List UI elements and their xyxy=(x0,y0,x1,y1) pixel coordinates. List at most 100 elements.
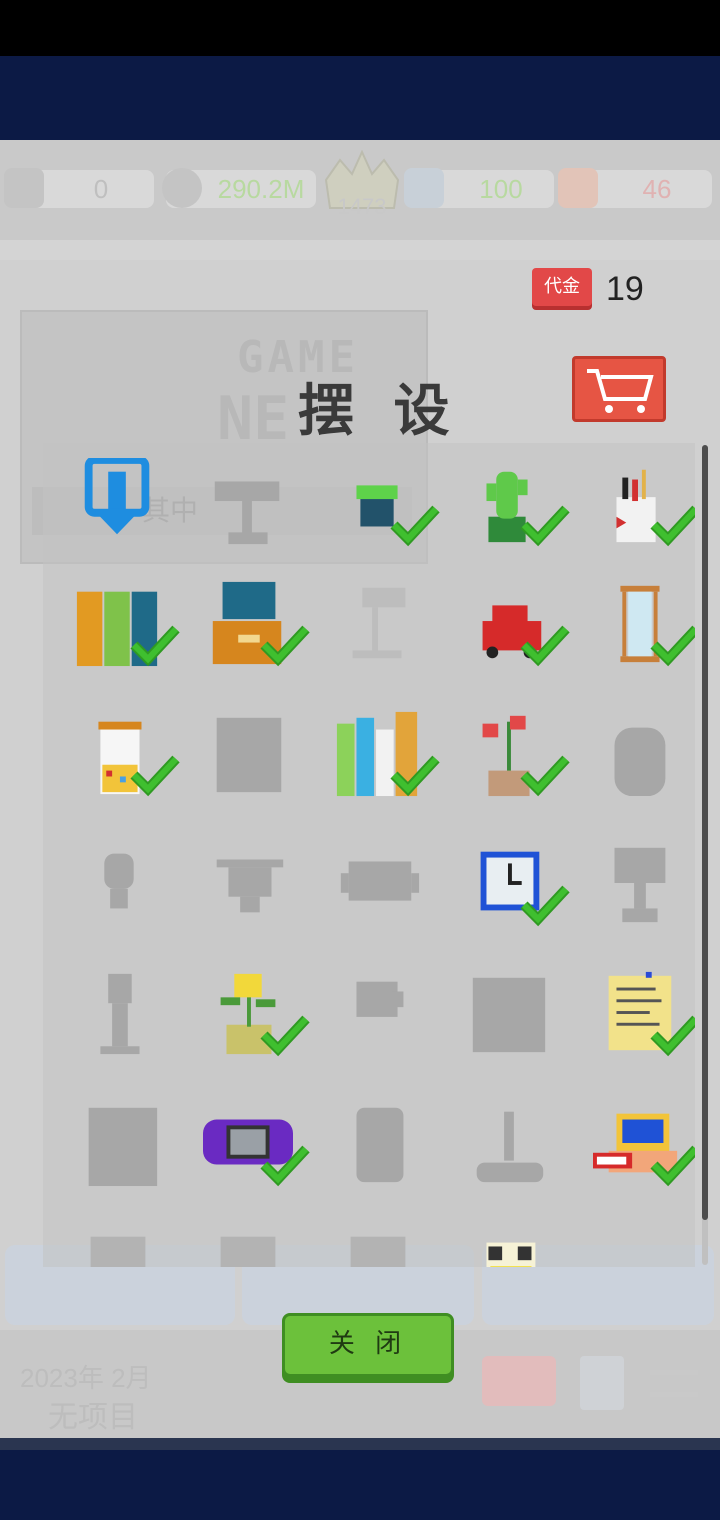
tulip-item[interactable] xyxy=(183,958,313,1088)
green-check-icon xyxy=(130,625,180,667)
locked-item-32-icon xyxy=(220,1236,276,1267)
trash-can-icon xyxy=(356,1107,404,1183)
file-boxes-item[interactable] xyxy=(183,568,313,698)
green-check-icon xyxy=(650,625,695,667)
face-icon xyxy=(404,168,444,208)
shopping-cart-icon xyxy=(587,369,654,413)
scrollbar-thumb[interactable] xyxy=(702,445,708,1220)
popcorn-icon xyxy=(486,1242,536,1267)
grid-scrollbar[interactable] xyxy=(702,445,708,1265)
close-button[interactable]: 关 闭 xyxy=(282,1313,454,1377)
coupon-shortcut-icon xyxy=(482,1356,556,1406)
stat-0: 0 xyxy=(4,168,154,208)
trash-can-item[interactable] xyxy=(313,1088,443,1218)
notes-item[interactable] xyxy=(573,958,695,1088)
coffee-machine-icon xyxy=(88,1107,158,1187)
clock-item[interactable] xyxy=(443,828,573,958)
bonsai-icon xyxy=(214,481,280,545)
stat-crown: 1473 xyxy=(322,150,402,219)
bust-icon xyxy=(104,853,134,909)
bull-statue-item[interactable] xyxy=(183,828,313,958)
coupon-icon: 代金 xyxy=(532,268,592,306)
green-check-icon xyxy=(520,625,570,667)
moss-pot-item[interactable] xyxy=(313,448,443,578)
dialog-title: 摆 设 xyxy=(298,379,460,444)
green-check-icon xyxy=(260,1145,310,1187)
trophy-item[interactable] xyxy=(573,828,695,958)
green-check-icon xyxy=(260,1015,310,1057)
hourglass-item[interactable] xyxy=(573,568,695,698)
space-invader-item[interactable] xyxy=(313,828,443,958)
trophy-icon xyxy=(614,847,666,923)
coupon-count: 19 xyxy=(606,270,644,308)
fire-icon xyxy=(558,168,598,208)
green-check-icon xyxy=(390,755,440,797)
books-item[interactable] xyxy=(313,698,443,828)
stat-value: 0 xyxy=(93,174,109,204)
mug-item[interactable] xyxy=(313,958,443,1088)
stat-value: 1473 xyxy=(337,194,387,219)
popcorn-item[interactable] xyxy=(443,1213,573,1267)
cactus-item[interactable] xyxy=(443,448,573,578)
stat-happiness: 100 xyxy=(404,168,554,208)
status-bar xyxy=(0,0,720,56)
stats-bar: 0 290.2M 1473 100 46 xyxy=(0,140,720,240)
binders-item[interactable] xyxy=(53,568,183,698)
decoration-grid xyxy=(43,443,695,1267)
book-icon xyxy=(580,1356,624,1410)
green-check-icon xyxy=(520,885,570,927)
green-check-icon xyxy=(390,505,440,547)
green-check-icon xyxy=(520,755,570,797)
locked-item-33-icon xyxy=(350,1236,406,1267)
poster-item[interactable] xyxy=(443,958,573,1088)
shop-cart-button[interactable] xyxy=(572,356,666,422)
figurine-icon xyxy=(100,973,140,1055)
figurine-item[interactable] xyxy=(53,958,183,1088)
poster-icon xyxy=(472,977,546,1053)
desk-lamp-icon xyxy=(352,587,406,659)
green-check-icon xyxy=(260,625,310,667)
system-nav-bar xyxy=(0,1450,720,1520)
pen-holder-item[interactable] xyxy=(573,448,695,578)
candy-jar-item[interactable] xyxy=(53,698,183,828)
locked-item-31[interactable] xyxy=(53,1213,183,1267)
stat-value: 46 xyxy=(642,174,672,204)
stat-fire: 46 xyxy=(558,168,712,208)
bottom-divider xyxy=(0,1438,720,1450)
locked-item-31-icon xyxy=(90,1236,146,1267)
green-check-icon xyxy=(650,505,695,547)
bull-statue-icon xyxy=(216,859,284,913)
download-icon xyxy=(84,458,150,535)
bust-item[interactable] xyxy=(53,828,183,958)
green-check-icon xyxy=(130,755,180,797)
joystick-item[interactable] xyxy=(443,1088,573,1218)
locked-item-33[interactable] xyxy=(313,1213,443,1267)
settings-sliders-icon xyxy=(650,1362,698,1406)
green-check-icon xyxy=(520,505,570,547)
coffee-machine-item[interactable] xyxy=(53,1088,183,1218)
download-item[interactable] xyxy=(53,448,183,578)
locked-item-12-icon xyxy=(216,717,282,793)
retro-console-item[interactable] xyxy=(573,1088,695,1218)
locked-item-32[interactable] xyxy=(183,1213,313,1267)
money-bag-icon xyxy=(162,168,202,208)
cat-statue-icon xyxy=(614,727,666,797)
toy-car-item[interactable] xyxy=(443,568,573,698)
desk-lamp-item[interactable] xyxy=(313,568,443,698)
computer-icon xyxy=(4,168,44,208)
mug-icon xyxy=(356,981,404,1017)
stat-money: 290.2M xyxy=(162,168,316,208)
project-status: 无项目 xyxy=(48,1401,138,1434)
top-nav-bar xyxy=(0,56,720,140)
handheld-console-item[interactable] xyxy=(183,1088,313,1218)
cat-statue-item[interactable] xyxy=(573,698,695,828)
flower-pot-item[interactable] xyxy=(443,698,573,828)
green-check-icon xyxy=(650,1145,695,1187)
stat-value: 100 xyxy=(479,174,523,204)
bonsai-item[interactable] xyxy=(183,448,313,578)
date-display: 2023年 2月 无项目 xyxy=(20,1358,152,1438)
space-invader-icon xyxy=(340,861,420,901)
joystick-icon xyxy=(476,1111,544,1183)
locked-item-12[interactable] xyxy=(183,698,313,828)
green-check-icon xyxy=(650,1015,695,1057)
